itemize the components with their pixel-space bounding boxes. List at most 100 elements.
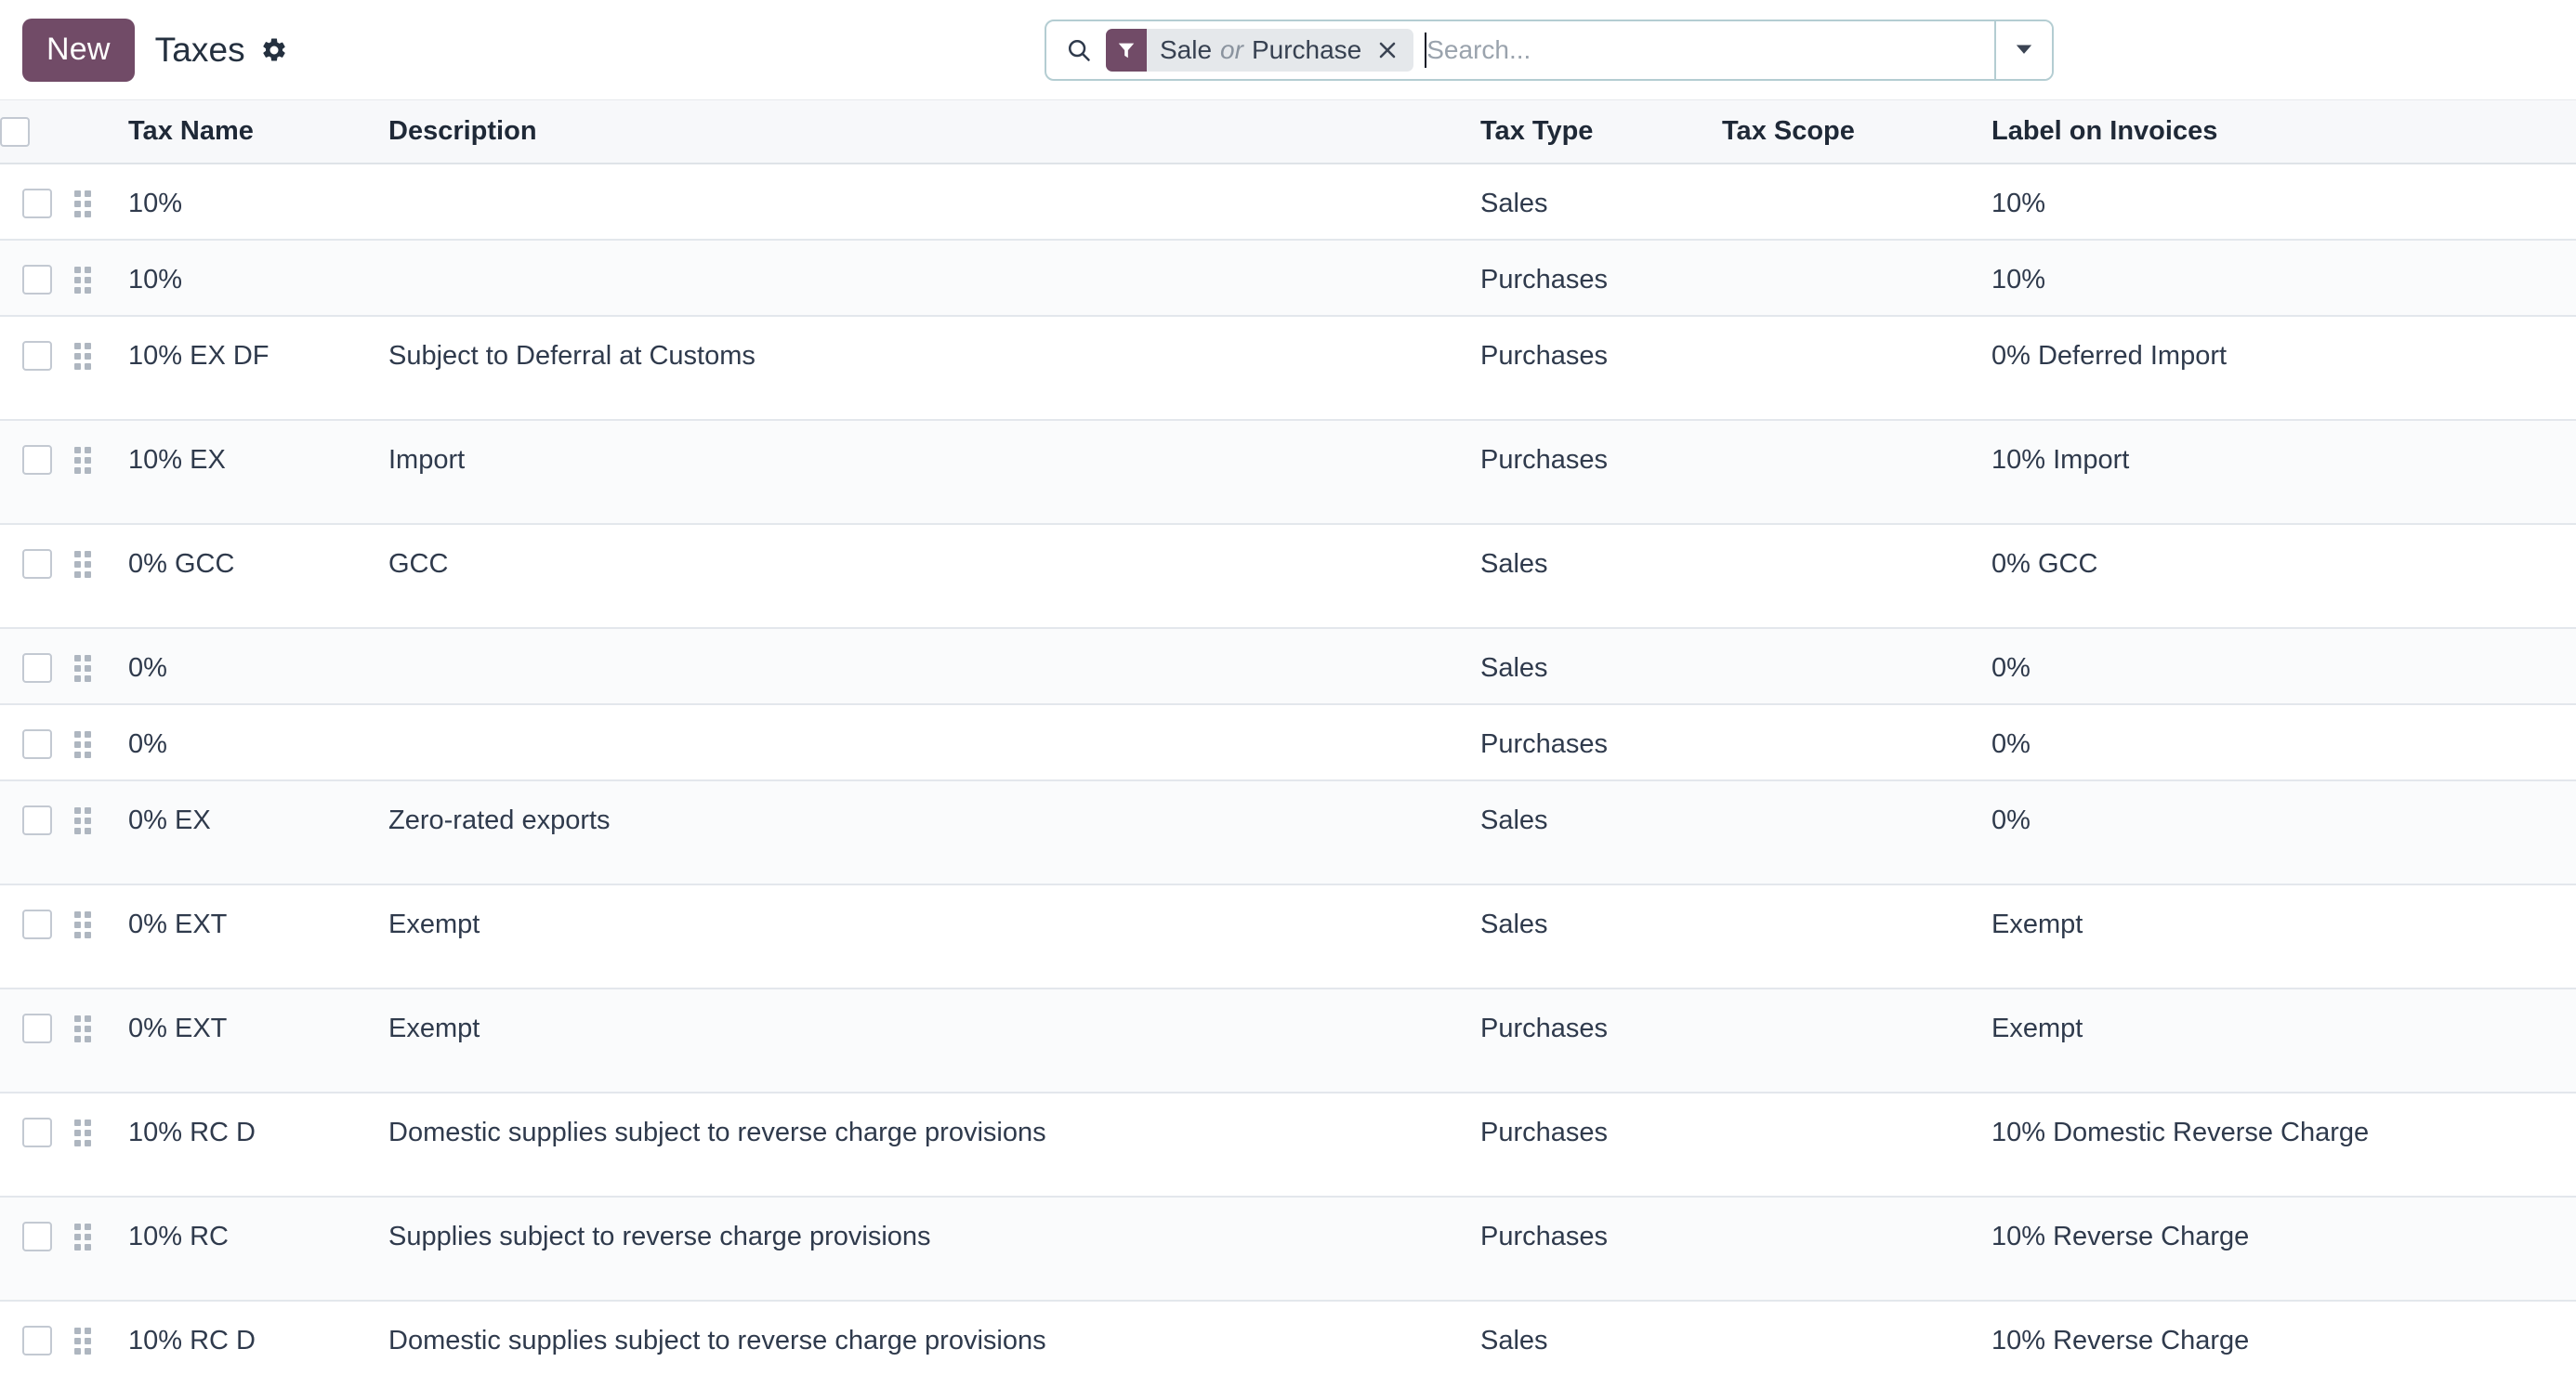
cell-tax-scope[interactable]: [1722, 316, 1991, 421]
table-row[interactable]: 0% Purchases 0%: [0, 704, 2576, 781]
search-input-wrap[interactable]: [1425, 29, 1994, 72]
row-checkbox[interactable]: [22, 1222, 52, 1251]
drag-handle-icon[interactable]: [74, 267, 128, 294]
cell-tax-type[interactable]: Purchases: [1480, 1093, 1722, 1198]
table-row[interactable]: 10% RC D Domestic supplies subject to rev…: [0, 1093, 2576, 1198]
row-checkbox[interactable]: [22, 189, 52, 218]
cell-description[interactable]: Subject to Deferral at Customs: [388, 316, 1480, 421]
drag-handle-icon[interactable]: [74, 807, 128, 834]
cell-description[interactable]: Zero-rated exports: [388, 780, 1480, 885]
search-dropdown-toggle[interactable]: [1994, 21, 2052, 79]
table-row[interactable]: 10% Purchases 10%: [0, 240, 2576, 317]
table-row[interactable]: 0% EXT Exempt Sales Exempt: [0, 884, 2576, 989]
table-row[interactable]: 0% Sales 0%: [0, 628, 2576, 705]
gear-icon[interactable]: [260, 36, 288, 64]
cell-tax-type[interactable]: Purchases: [1480, 989, 1722, 1093]
cell-tax-type[interactable]: Purchases: [1480, 316, 1722, 421]
cell-tax-name[interactable]: 10%: [128, 164, 388, 241]
drag-handle-icon[interactable]: [74, 551, 128, 578]
cell-label-on-invoices[interactable]: 10%: [1991, 164, 2576, 241]
row-checkbox[interactable]: [22, 445, 52, 475]
column-header-tax-type[interactable]: Tax Type: [1480, 100, 1722, 164]
cell-label-on-invoices[interactable]: 10%: [1991, 240, 2576, 317]
cell-tax-name[interactable]: 0%: [128, 628, 388, 705]
cell-description[interactable]: Import: [388, 420, 1480, 525]
cell-tax-type[interactable]: Sales: [1480, 628, 1722, 705]
cell-tax-scope[interactable]: [1722, 780, 1991, 885]
cell-tax-scope[interactable]: [1722, 524, 1991, 629]
table-row[interactable]: 0% GCC GCC Sales 0% GCC: [0, 524, 2576, 629]
row-checkbox[interactable]: [22, 910, 52, 939]
cell-description[interactable]: [388, 704, 1480, 781]
search-input[interactable]: [1426, 30, 1994, 71]
drag-handle-icon[interactable]: [74, 343, 128, 370]
cell-tax-scope[interactable]: [1722, 1093, 1991, 1198]
cell-tax-type[interactable]: Purchases: [1480, 420, 1722, 525]
row-checkbox[interactable]: [22, 1326, 52, 1355]
searchview-input-area[interactable]: Sale or Purchase: [1046, 21, 1994, 79]
cell-tax-scope[interactable]: [1722, 704, 1991, 781]
table-row[interactable]: 10% EX Import Purchases 10% Import: [0, 420, 2576, 525]
cell-description[interactable]: [388, 628, 1480, 705]
cell-label-on-invoices[interactable]: 10% Reverse Charge: [1991, 1301, 2576, 1388]
search-facet-sale-or-purchase[interactable]: Sale or Purchase: [1106, 29, 1414, 72]
cell-label-on-invoices[interactable]: 0%: [1991, 780, 2576, 885]
cell-tax-scope[interactable]: [1722, 628, 1991, 705]
cell-tax-name[interactable]: 10% RC D: [128, 1301, 388, 1388]
cell-label-on-invoices[interactable]: 10% Import: [1991, 420, 2576, 525]
cell-tax-type[interactable]: Purchases: [1480, 1197, 1722, 1302]
cell-tax-type[interactable]: Sales: [1480, 884, 1722, 989]
drag-handle-icon[interactable]: [74, 1120, 128, 1146]
cell-description[interactable]: GCC: [388, 524, 1480, 629]
cell-tax-type[interactable]: Purchases: [1480, 240, 1722, 317]
drag-handle-icon[interactable]: [74, 655, 128, 682]
cell-tax-name[interactable]: 10% RC: [128, 1197, 388, 1302]
select-all-checkbox[interactable]: [0, 116, 30, 147]
cell-description[interactable]: [388, 164, 1480, 241]
cell-tax-name[interactable]: 0%: [128, 704, 388, 781]
drag-handle-icon[interactable]: [74, 447, 128, 474]
cell-tax-scope[interactable]: [1722, 240, 1991, 317]
cell-description[interactable]: [388, 240, 1480, 317]
cell-tax-name[interactable]: 10% RC D: [128, 1093, 388, 1198]
row-checkbox[interactable]: [22, 653, 52, 683]
drag-handle-icon[interactable]: [74, 911, 128, 938]
drag-handle-icon[interactable]: [74, 190, 128, 217]
column-header-tax-scope[interactable]: Tax Scope: [1722, 100, 1991, 164]
cell-tax-name[interactable]: 0% EXT: [128, 989, 388, 1093]
table-row[interactable]: 10% Sales 10%: [0, 164, 2576, 241]
cell-label-on-invoices[interactable]: Exempt: [1991, 884, 2576, 989]
cell-description[interactable]: Domestic supplies subject to reverse cha…: [388, 1093, 1480, 1198]
cell-label-on-invoices[interactable]: 0% Deferred Import: [1991, 316, 2576, 421]
cell-label-on-invoices[interactable]: Exempt: [1991, 989, 2576, 1093]
cell-tax-scope[interactable]: [1722, 989, 1991, 1093]
new-button[interactable]: New: [22, 18, 135, 82]
cell-tax-name[interactable]: 0% GCC: [128, 524, 388, 629]
row-checkbox[interactable]: [22, 549, 52, 579]
cell-description[interactable]: Exempt: [388, 989, 1480, 1093]
cell-tax-scope[interactable]: [1722, 884, 1991, 989]
cell-tax-name[interactable]: 10% EX: [128, 420, 388, 525]
cell-description[interactable]: Supplies subject to reverse charge provi…: [388, 1197, 1480, 1302]
table-row[interactable]: 10% RC D Domestic supplies subject to rev…: [0, 1301, 2576, 1388]
cell-tax-name[interactable]: 0% EXT: [128, 884, 388, 989]
column-header-tax-name[interactable]: Tax Name: [128, 100, 388, 164]
cell-tax-scope[interactable]: [1722, 420, 1991, 525]
searchview[interactable]: Sale or Purchase: [1045, 20, 2054, 81]
cell-label-on-invoices[interactable]: 10% Domestic Reverse Charge: [1991, 1093, 2576, 1198]
cell-tax-scope[interactable]: [1722, 1301, 1991, 1388]
cell-tax-type[interactable]: Sales: [1480, 1301, 1722, 1388]
cell-label-on-invoices[interactable]: 10% Reverse Charge: [1991, 1197, 2576, 1302]
cell-description[interactable]: Domestic supplies subject to reverse cha…: [388, 1301, 1480, 1388]
cell-tax-type[interactable]: Purchases: [1480, 704, 1722, 781]
table-row[interactable]: 10% RC Supplies subject to reverse charge…: [0, 1197, 2576, 1302]
drag-handle-icon[interactable]: [74, 1224, 128, 1251]
row-checkbox[interactable]: [22, 341, 52, 371]
cell-label-on-invoices[interactable]: 0%: [1991, 704, 2576, 781]
cell-label-on-invoices[interactable]: 0% GCC: [1991, 524, 2576, 629]
table-row[interactable]: 0% EXT Exempt Purchases Exempt: [0, 989, 2576, 1093]
drag-handle-icon[interactable]: [74, 731, 128, 758]
row-checkbox[interactable]: [22, 729, 52, 759]
cell-tax-type[interactable]: Sales: [1480, 524, 1722, 629]
cell-tax-scope[interactable]: [1722, 164, 1991, 241]
